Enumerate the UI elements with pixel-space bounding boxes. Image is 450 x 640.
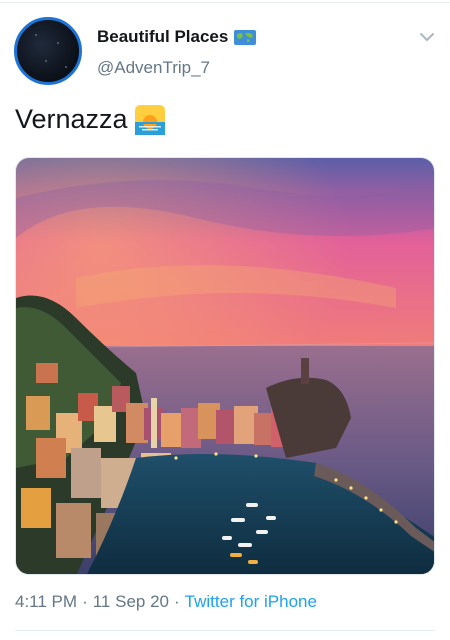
display-name[interactable]: Beautiful Places [97,27,228,47]
divider [15,630,435,631]
chevron-down-icon[interactable] [418,28,436,46]
tweet-date[interactable]: 11 Sep 20 [93,592,169,612]
world-map-icon [234,29,257,45]
tweet-time[interactable]: 4:11 PM [15,592,77,612]
star-dot [35,34,37,36]
star-dot [65,66,67,68]
tweet-source-link[interactable]: Twitter for iPhone [185,592,317,612]
star-dot [57,42,59,44]
user-handle[interactable]: @AdvenTrip_7 [97,58,210,78]
vernazza-photo [16,158,434,574]
tweet-text: Vernazza [15,104,165,135]
tweet-photo[interactable] [15,157,435,575]
author-row[interactable]: Beautiful Places [97,27,257,47]
divider [0,2,450,3]
tweet-meta: 4:11 PM · 11 Sep 20 · Twitter for iPhone [15,592,317,612]
avatar[interactable] [14,17,82,85]
star-dot [45,60,47,62]
tweet-text-content: Vernazza [15,104,128,134]
sunrise-icon [134,104,165,135]
meta-separator: · [174,592,180,611]
meta-separator: · [82,592,88,611]
tweet-card: Beautiful Places @AdvenTrip_7 Vernazza 4… [0,0,450,640]
